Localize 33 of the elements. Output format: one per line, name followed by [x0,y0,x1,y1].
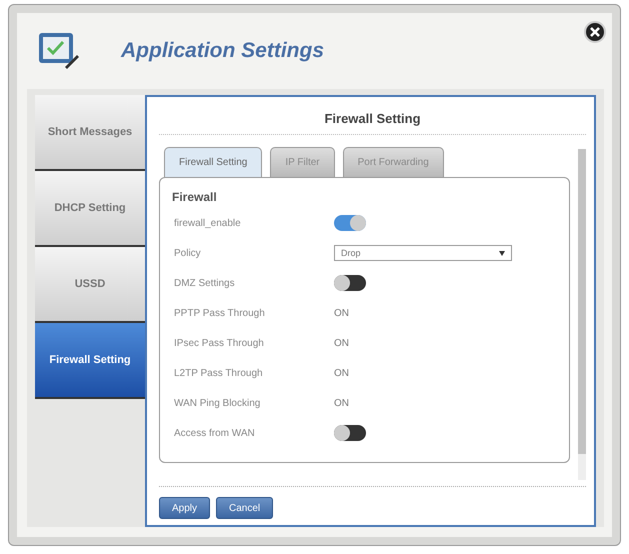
toggle-switch[interactable] [334,215,366,231]
sidebar-item[interactable]: Firewall Setting [35,323,145,399]
tab[interactable]: Firewall Setting [164,147,262,177]
settings-check-icon [37,31,81,71]
setting-value: ON [334,338,349,348]
apply-button[interactable]: Apply [159,497,210,519]
setting-value: ON [334,308,349,318]
policy-dropdown[interactable]: Drop [334,245,512,261]
setting-label: DMZ Settings [174,278,236,288]
sidebar-item[interactable]: USSD [35,247,145,323]
setting-label: IPsec Pass Through [174,338,265,348]
close-button[interactable] [584,21,606,43]
sidebar-item[interactable]: DHCP Setting [35,171,145,247]
setting-label: Access from WAN [174,428,256,438]
setting-label: firewall_enable [174,218,242,228]
toggle-switch[interactable] [334,275,366,291]
setting-label: WAN Ping Blocking [174,398,262,408]
setting-value: ON [334,368,349,378]
section-heading: Firewall [172,190,218,204]
dropdown-caret-icon [499,250,505,256]
toggle-switch[interactable] [334,425,366,441]
setting-value: ON [334,398,349,408]
tab[interactable]: Port Forwarding [342,147,444,177]
panel-title: Firewall Setting [159,97,586,135]
sidebar-item[interactable]: Short Messages [35,95,145,171]
setting-label: PPTP Pass Through [174,308,266,318]
scrollbar[interactable] [578,149,586,480]
close-icon [589,26,601,38]
setting-label: L2TP Pass Through [174,368,264,378]
cancel-button[interactable]: Cancel [216,497,274,519]
setting-label: Policy [174,248,202,258]
window-title: Application Settings [121,39,324,63]
tab[interactable]: IP Filter [270,147,335,177]
